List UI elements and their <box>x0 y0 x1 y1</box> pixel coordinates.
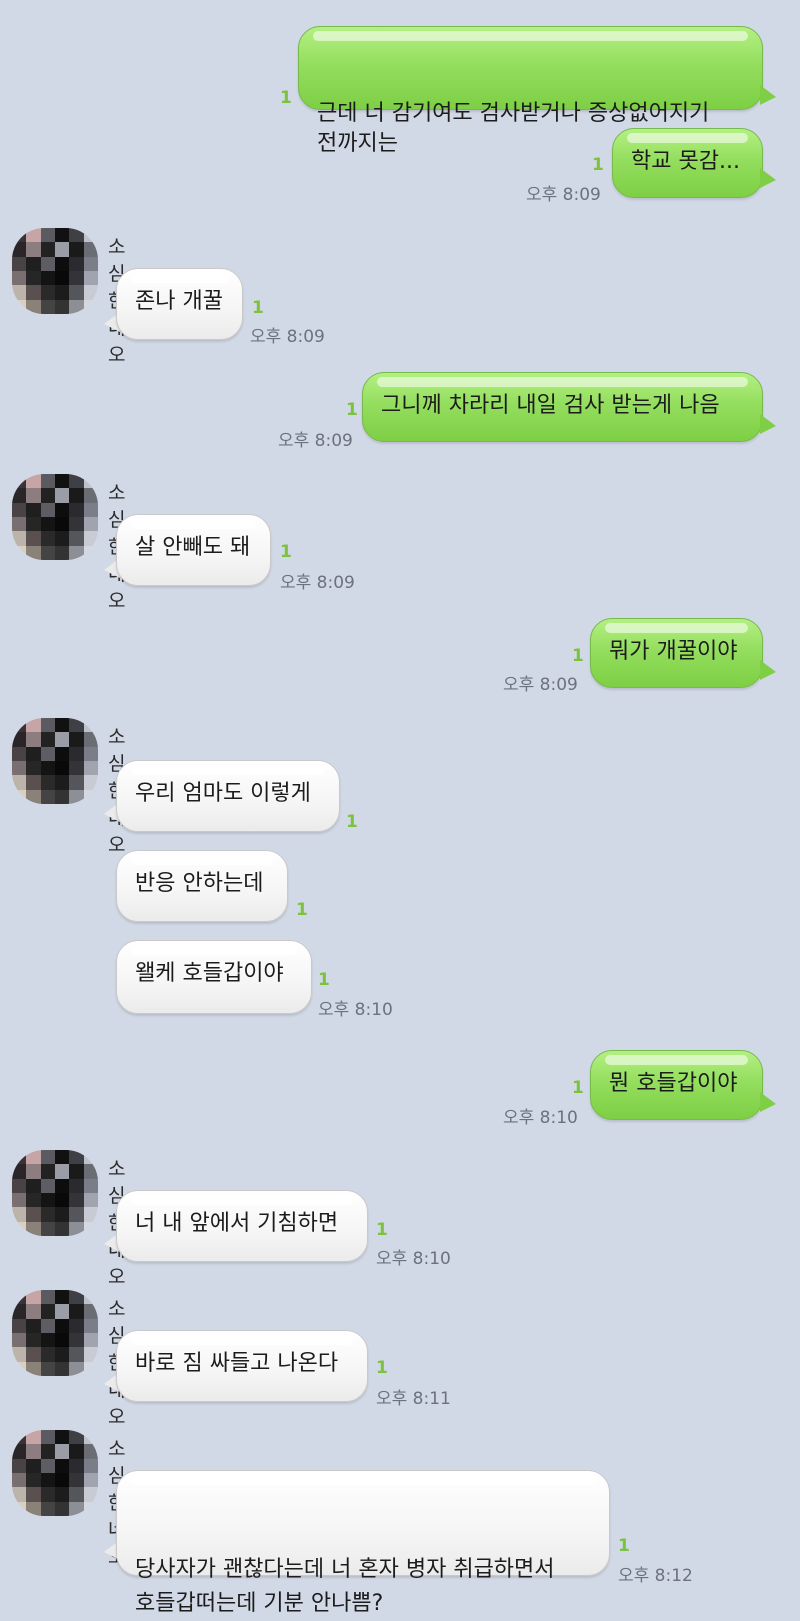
timestamp: 오후 8:10 <box>376 1249 451 1269</box>
read-count: 1 <box>572 1078 584 1098</box>
read-count: 1 <box>280 88 292 108</box>
message-bubble[interactable]: 근데 너 감기여도 검사받거나 증상없어지기 전까지는 <box>298 26 763 156</box>
read-count: 1 <box>346 400 358 420</box>
message-bubble[interactable]: 학교 못감... <box>612 128 763 198</box>
message-bubble[interactable]: 왤케 호들갑이야 <box>116 940 312 1014</box>
message-text: 학교 못감... <box>631 149 740 174</box>
avatar[interactable] <box>12 228 98 314</box>
message-bubble[interactable]: 뭐가 개꿀이야 <box>590 618 763 688</box>
message-bubble[interactable]: 당사자가 괜찮다는데 너 혼자 병자 취급하면서 호들갑떠는데 기분 안나쁨? <box>116 1470 610 1616</box>
timestamp: 오후 8:09 <box>280 573 355 593</box>
message-text: 너 내 앞에서 기침하면 <box>135 1211 339 1236</box>
timestamp: 오후 8:12 <box>618 1566 693 1586</box>
message-bubble[interactable]: 우리 엄마도 이렇게 <box>116 760 340 832</box>
avatar[interactable] <box>12 718 98 804</box>
message-text: 당사자가 괜찮다는데 너 혼자 병자 취급하면서 호들갑떠는데 기분 안나쁨? <box>135 1557 555 1616</box>
message-bubble[interactable]: 뭔 호들갑이야 <box>590 1050 763 1120</box>
timestamp: 오후 8:10 <box>318 1000 393 1020</box>
message-bubble[interactable]: 반응 안하는데 <box>116 850 288 922</box>
timestamp: 오후 8:10 <box>503 1108 578 1128</box>
message-bubble[interactable]: 바로 짐 싸들고 나온다 <box>116 1330 368 1402</box>
avatar[interactable] <box>12 474 98 560</box>
read-count: 1 <box>618 1536 630 1556</box>
message-bubble[interactable]: 존나 개꿀 <box>116 268 243 340</box>
read-count: 1 <box>572 646 584 666</box>
timestamp: 오후 8:09 <box>503 675 578 695</box>
message-text: 그니께 차라리 내일 검사 받는게 나음 <box>381 393 720 418</box>
timestamp: 오후 8:11 <box>376 1389 451 1409</box>
read-count: 1 <box>280 542 292 562</box>
read-count: 1 <box>376 1358 388 1378</box>
message-text: 뭐가 개꿀이야 <box>609 639 738 664</box>
message-text: 반응 안하는데 <box>135 871 264 896</box>
message-text: 살 안빼도 돼 <box>135 535 251 560</box>
message-text: 왤케 호들갑이야 <box>135 961 284 986</box>
read-count: 1 <box>376 1220 388 1240</box>
message-bubble[interactable]: 그니께 차라리 내일 검사 받는게 나음 <box>362 372 763 442</box>
message-text: 존나 개꿀 <box>135 289 223 314</box>
read-count: 1 <box>346 812 358 832</box>
read-count: 1 <box>252 298 264 318</box>
avatar[interactable] <box>12 1430 98 1516</box>
read-count: 1 <box>592 155 604 175</box>
timestamp: 오후 8:09 <box>526 185 601 205</box>
message-bubble[interactable]: 너 내 앞에서 기침하면 <box>116 1190 368 1262</box>
avatar[interactable] <box>12 1150 98 1236</box>
timestamp: 오후 8:09 <box>250 327 325 347</box>
message-text: 우리 엄마도 이렇게 <box>135 781 311 806</box>
message-bubble[interactable]: 살 안빼도 돼 <box>116 514 271 586</box>
message-text: 바로 짐 싸들고 나온다 <box>135 1351 339 1376</box>
read-count: 1 <box>318 970 330 990</box>
timestamp: 오후 8:09 <box>278 431 353 451</box>
message-text: 뭔 호들갑이야 <box>609 1071 738 1096</box>
avatar[interactable] <box>12 1290 98 1376</box>
read-count: 1 <box>296 900 308 920</box>
